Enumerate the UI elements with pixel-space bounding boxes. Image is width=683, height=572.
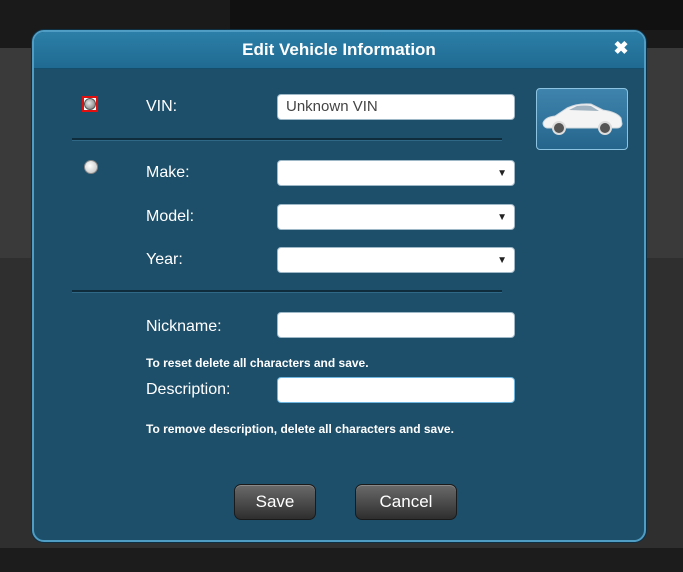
dialog-title: Edit Vehicle Information (242, 40, 436, 59)
description-label: Description: (146, 381, 231, 398)
nickname-hint: To reset delete all characters and save. (146, 356, 369, 370)
close-icon[interactable]: ✖ (612, 39, 630, 57)
car-icon (542, 103, 623, 135)
model-label: Model: (146, 208, 195, 225)
make-model-radio[interactable] (84, 160, 98, 174)
description-hint: To remove description, delete all charac… (146, 422, 454, 436)
edit-vehicle-dialog: Edit Vehicle Information ✖ VIN: Unknown … (32, 30, 646, 542)
chevron-down-icon: ▼ (497, 212, 507, 223)
save-button[interactable]: Save (234, 484, 316, 520)
description-input[interactable] (277, 377, 515, 403)
make-select[interactable]: ▼ (277, 160, 515, 186)
make-label: Make: (146, 164, 190, 181)
year-select[interactable]: ▼ (277, 247, 515, 273)
cancel-button[interactable]: Cancel (355, 484, 457, 520)
chevron-down-icon: ▼ (497, 255, 507, 266)
vin-input[interactable]: Unknown VIN (277, 94, 515, 120)
background-footer (0, 548, 683, 572)
dialog-titlebar: Edit Vehicle Information ✖ (34, 32, 644, 69)
divider-details (72, 290, 502, 293)
nickname-input[interactable] (277, 312, 515, 338)
year-label: Year: (146, 251, 183, 268)
background-header-bar (230, 0, 683, 30)
model-select[interactable]: ▼ (277, 204, 515, 230)
vehicle-picture-button[interactable] (536, 88, 628, 150)
vin-label: VIN: (146, 98, 178, 115)
chevron-down-icon: ▼ (497, 168, 507, 179)
radio-selected-dot (84, 98, 96, 110)
divider-vin (72, 138, 502, 141)
vin-radio[interactable] (82, 96, 98, 112)
nickname-label: Nickname: (146, 318, 222, 335)
